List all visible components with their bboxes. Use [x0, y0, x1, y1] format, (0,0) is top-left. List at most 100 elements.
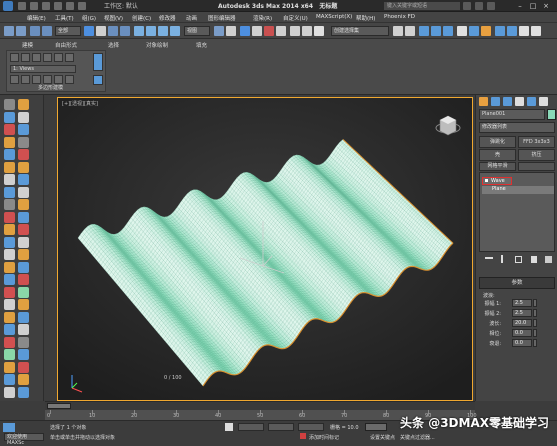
- left-tool-icon[interactable]: [4, 374, 15, 385]
- left-tool-icon[interactable]: [4, 286, 15, 298]
- left-tool-icon[interactable]: [4, 236, 15, 248]
- minimize-button[interactable]: –: [515, 2, 525, 10]
- left-tool-icon[interactable]: [4, 124, 15, 135]
- left-tool-icon[interactable]: [4, 386, 15, 398]
- motion-tab-icon[interactable]: [515, 97, 524, 106]
- left-tool-icon[interactable]: [4, 211, 15, 223]
- ribbon-tab-populate[interactable]: 填充: [196, 41, 207, 49]
- left-tool-icon[interactable]: [4, 361, 15, 373]
- schematic-view-icon[interactable]: [431, 26, 441, 36]
- percent-snap-icon[interactable]: [264, 26, 274, 36]
- menu-customize[interactable]: 自定义(U): [283, 14, 308, 22]
- key-filters-button[interactable]: 关键点过滤器...: [400, 434, 435, 441]
- ribbon-button-6[interactable]: [65, 53, 74, 62]
- parameters-rollout[interactable]: 参数: [479, 277, 555, 289]
- maxscript-listener-field[interactable]: 欢迎使用 MAXSc: [4, 433, 44, 446]
- menu-maxscript[interactable]: MAXScript(X): [316, 14, 352, 20]
- viewport-label[interactable]: [+][透视][真实]: [62, 100, 98, 107]
- pivot-center-icon[interactable]: [214, 26, 224, 36]
- x-coordinate-field[interactable]: [238, 423, 264, 431]
- left-tool-icon[interactable]: [18, 136, 29, 148]
- phase-spinner[interactable]: [533, 329, 537, 337]
- unlink-icon[interactable]: [42, 26, 52, 36]
- ribbon-button-5[interactable]: [54, 53, 63, 62]
- stack-item-wave[interactable]: Wave: [482, 177, 512, 185]
- auto-key-button[interactable]: [365, 423, 387, 431]
- ribbon-button-11[interactable]: [54, 75, 63, 84]
- menu-phoenix-fd[interactable]: Phoenix FD: [384, 14, 415, 20]
- create-tab-icon[interactable]: [479, 97, 488, 106]
- app-logo-icon[interactable]: [3, 1, 13, 11]
- ribbon-options-icon[interactable]: [93, 75, 103, 85]
- left-tool-icon[interactable]: [18, 186, 29, 198]
- time-tag-icon[interactable]: [300, 433, 306, 439]
- a360-gallery-icon[interactable]: [531, 26, 541, 36]
- perspective-viewport[interactable]: [+][透视][真实] 0 / 100: [57, 97, 473, 401]
- rect-selection-icon[interactable]: [108, 26, 118, 36]
- render-iterative-icon[interactable]: [495, 26, 505, 36]
- select-link-icon[interactable]: [30, 26, 40, 36]
- render-production-icon[interactable]: [481, 26, 491, 36]
- amplitude2-field[interactable]: 2.5: [512, 309, 532, 317]
- menu-rendering[interactable]: 渲染(R): [253, 14, 272, 22]
- pin-stack-icon[interactable]: [485, 257, 493, 259]
- ribbon-button-3[interactable]: [32, 53, 41, 62]
- modifier-button-squeeze[interactable]: 挤压: [518, 149, 555, 161]
- close-button[interactable]: ×: [541, 2, 551, 10]
- modifier-stack[interactable]: Wave Plane: [479, 172, 555, 252]
- left-tool-icon[interactable]: [18, 99, 29, 110]
- amplitude2-spinner[interactable]: [533, 309, 537, 317]
- lock-selection-icon[interactable]: [225, 423, 233, 431]
- left-tool-icon[interactable]: [4, 261, 15, 273]
- spinner-snap-icon[interactable]: [276, 26, 286, 36]
- selection-filter-dropdown[interactable]: 全部: [55, 26, 81, 36]
- undo-icon[interactable]: [54, 2, 62, 10]
- left-tool-icon[interactable]: [18, 324, 29, 335]
- menu-help[interactable]: 帮助(H): [356, 14, 375, 22]
- angle-snap-icon[interactable]: [252, 26, 262, 36]
- left-tool-icon[interactable]: [18, 261, 29, 273]
- render-in-cloud-icon[interactable]: [519, 26, 529, 36]
- display-tab-icon[interactable]: [527, 97, 536, 106]
- ribbon-tab-selection[interactable]: 选择: [108, 41, 119, 49]
- reference-coord-dropdown[interactable]: 视图: [184, 26, 210, 36]
- left-tool-icon[interactable]: [4, 311, 15, 323]
- modify-tab-icon[interactable]: [491, 97, 500, 106]
- rendered-frame-icon[interactable]: [469, 26, 479, 36]
- set-key-button[interactable]: 设置关键点: [370, 434, 395, 441]
- ribbon-large-button[interactable]: [93, 53, 103, 71]
- left-tool-icon[interactable]: [4, 149, 15, 160]
- left-tool-icon[interactable]: [4, 324, 15, 335]
- modifier-button-meshsmooth[interactable]: 网格平滑: [479, 162, 516, 171]
- make-unique-icon[interactable]: [515, 256, 522, 263]
- left-tool-icon[interactable]: [18, 274, 29, 285]
- ribbon-button-4[interactable]: [43, 53, 52, 62]
- left-tool-icon[interactable]: [18, 161, 29, 173]
- ribbon-tab-modeling[interactable]: 建模: [22, 41, 33, 49]
- redo-icon[interactable]: [66, 2, 74, 10]
- left-tool-icon[interactable]: [18, 149, 29, 160]
- left-tool-icon[interactable]: [18, 349, 29, 360]
- left-tool-icon[interactable]: [4, 161, 15, 173]
- amplitude1-field[interactable]: 2.5: [512, 299, 532, 307]
- modifier-button-ffd[interactable]: FFD 3x3x3: [518, 136, 555, 148]
- ribbon-tab-freeform[interactable]: 自由形式: [55, 41, 77, 49]
- ribbon-button-8[interactable]: [21, 75, 30, 84]
- left-tool-icon[interactable]: [18, 311, 29, 323]
- configure-sets-icon[interactable]: [545, 256, 552, 263]
- object-color-swatch[interactable]: [547, 109, 556, 120]
- place-icon[interactable]: [170, 26, 180, 36]
- left-tool-icon[interactable]: [18, 174, 29, 185]
- left-tool-icon[interactable]: [4, 249, 15, 260]
- wavelength-field[interactable]: 20.0: [512, 319, 532, 327]
- left-tool-icon[interactable]: [18, 124, 29, 135]
- menu-views[interactable]: 视图(V): [104, 14, 123, 22]
- mirror-icon[interactable]: [302, 26, 312, 36]
- left-tool-icon[interactable]: [4, 186, 15, 198]
- left-tool-icon[interactable]: [18, 336, 29, 348]
- layer-manager-icon[interactable]: [393, 26, 403, 36]
- menu-graph-editors[interactable]: 图形编辑器: [208, 14, 236, 22]
- ribbon-button-7[interactable]: [10, 75, 19, 84]
- select-object-icon[interactable]: [84, 26, 94, 36]
- modifier-list-dropdown[interactable]: 修改器列表: [479, 122, 555, 133]
